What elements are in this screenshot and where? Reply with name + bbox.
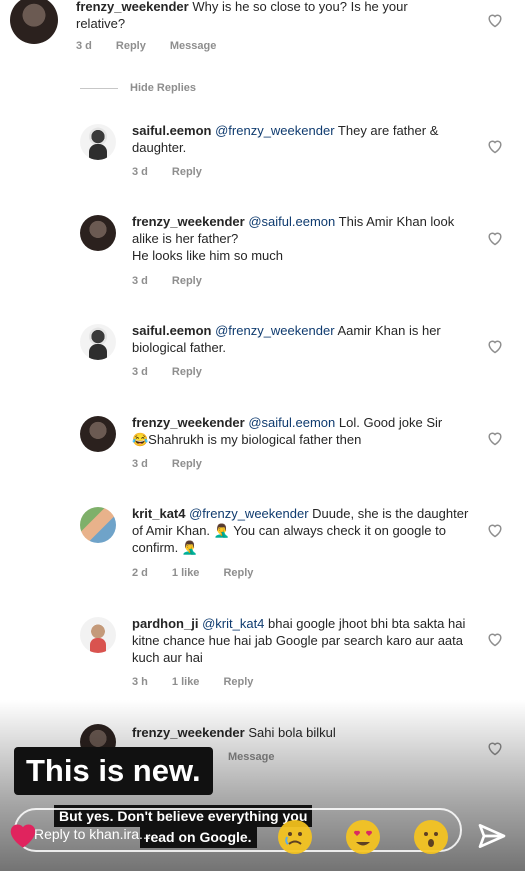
comment-text: frenzy_weekender Sahi bola bilkul (132, 724, 472, 741)
heart-outline-icon[interactable] (486, 740, 504, 756)
surprised-face (424, 832, 438, 847)
comment-meta: 3 d Reply (132, 458, 226, 470)
avatar[interactable] (80, 617, 116, 653)
send-icon[interactable] (476, 820, 508, 852)
story-text-banner: This is new. (14, 747, 213, 795)
avatar[interactable] (80, 416, 116, 452)
comment-meta: 3 d Reply (132, 366, 226, 378)
crying-emoji-icon[interactable] (278, 820, 312, 854)
username[interactable]: frenzy_weekender (132, 214, 245, 229)
timestamp: 3 d (132, 458, 148, 470)
mention-link[interactable]: @frenzy_weekender (189, 506, 308, 521)
comment-meta: 3 d Reply Message (76, 40, 240, 52)
comment-meta: 3 h 1 like Reply (132, 676, 277, 688)
comment-text: saiful.eemon @frenzy_weekender They are … (132, 122, 472, 156)
comment-meta: Message (228, 751, 298, 763)
username[interactable]: saiful.eemon (132, 323, 211, 338)
timestamp: 3 d (76, 40, 92, 52)
avatar[interactable] (80, 507, 116, 543)
like-count[interactable]: 1 like (172, 676, 200, 688)
comment-meta: 2 d 1 like Reply (132, 567, 277, 579)
avatar[interactable] (80, 324, 116, 360)
mention-link[interactable]: @krit_kat4 (202, 616, 264, 631)
heart-outline-icon[interactable] (486, 631, 504, 647)
heart-outline-icon[interactable] (486, 430, 504, 446)
heart-eyes-emoji-icon[interactable] (346, 820, 380, 854)
username[interactable]: frenzy_weekender (76, 0, 189, 14)
message-link[interactable]: Message (170, 40, 216, 52)
comment-thread: frenzy_weekender Why is he so close to y… (0, 0, 525, 871)
avatar[interactable] (80, 124, 116, 160)
timestamp: 3 h (132, 676, 148, 688)
timestamp: 3 d (132, 275, 148, 287)
reply-link[interactable]: Reply (172, 166, 202, 178)
reply-link[interactable]: Reply (116, 40, 146, 52)
username[interactable]: frenzy_weekender (132, 725, 245, 740)
mention-link[interactable]: @frenzy_weekender (215, 123, 334, 138)
comment-text: frenzy_weekender @saiful.eemon This Amir… (132, 213, 472, 264)
comment-body-line2: He looks like him so much (132, 248, 283, 263)
heart-eyes-face (353, 830, 373, 846)
reply-link[interactable]: Reply (223, 676, 253, 688)
message-link[interactable]: Message (228, 751, 274, 763)
avatar[interactable] (80, 215, 116, 251)
heart-outline-icon[interactable] (486, 522, 504, 538)
comment-text: pardhon_ji @krit_kat4 bhai google jhoot … (132, 615, 472, 666)
timestamp: 3 d (132, 366, 148, 378)
comment-text: frenzy_weekender @saiful.eemon Lol. Good… (132, 414, 472, 448)
reply-link[interactable]: Reply (172, 275, 202, 287)
comment-meta: 3 d Reply (132, 166, 226, 178)
divider (80, 87, 118, 89)
comment-text: saiful.eemon @frenzy_weekender Aamir Kha… (132, 322, 472, 356)
heart-outline-icon[interactable] (486, 138, 504, 154)
hide-replies-label: Hide Replies (130, 82, 197, 94)
avatar[interactable] (10, 0, 58, 44)
username[interactable]: krit_kat4 (132, 506, 185, 521)
comment-text: frenzy_weekender Why is he so close to y… (76, 0, 456, 32)
heart-outline-icon[interactable] (486, 338, 504, 354)
mention-link[interactable]: @frenzy_weekender (215, 323, 334, 338)
reply-placeholder: Reply to khan.ira... (34, 826, 151, 842)
reply-link[interactable]: Reply (172, 458, 202, 470)
comment-body-line2: 😂Shahrukh is my biological father then (132, 432, 362, 447)
comment-body: Sahi bola bilkul (248, 725, 336, 740)
username[interactable]: pardhon_ji (132, 616, 198, 631)
reply-link[interactable]: Reply (172, 366, 202, 378)
username[interactable]: frenzy_weekender (132, 415, 245, 430)
comment-body: Lol. Good joke Sir (338, 415, 443, 430)
reply-link[interactable]: Reply (223, 567, 253, 579)
username[interactable]: saiful.eemon (132, 123, 211, 138)
heart-outline-icon[interactable] (486, 230, 504, 246)
mention-link[interactable]: @saiful.eemon (248, 214, 335, 229)
surprised-emoji-icon[interactable] (414, 820, 448, 854)
like-count[interactable]: 1 like (172, 567, 200, 579)
comment-text: krit_kat4 @frenzy_weekender Duude, she i… (132, 505, 472, 556)
hide-replies-toggle[interactable]: Hide Replies (80, 82, 196, 94)
heart-outline-icon[interactable] (486, 12, 504, 28)
comment-meta: 3 d Reply (132, 275, 226, 287)
red-heart-icon[interactable] (6, 819, 40, 849)
mention-link[interactable]: @saiful.eemon (248, 415, 335, 430)
timestamp: 3 d (132, 166, 148, 178)
timestamp: 2 d (132, 567, 148, 579)
crying-emoji-face (285, 832, 302, 845)
